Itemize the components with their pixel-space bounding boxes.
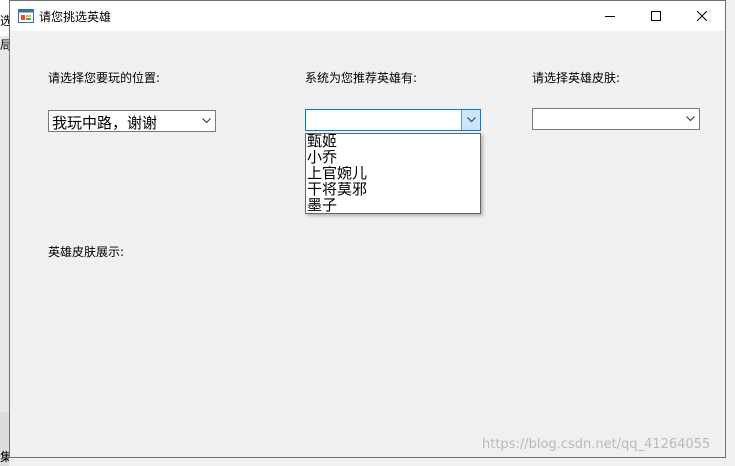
position-combobox-value: 我玩中路，谢谢 — [52, 114, 158, 132]
hero-option[interactable]: 小乔 — [306, 150, 480, 166]
hero-dropdown-button[interactable] — [461, 110, 480, 130]
skin-label: 请选择英雄皮肤: — [532, 71, 621, 85]
position-dropdown-button[interactable] — [197, 111, 215, 131]
background-glyph-second: 局 — [0, 38, 9, 52]
maximize-icon — [651, 11, 661, 21]
skin-dropdown-button[interactable] — [681, 109, 699, 129]
app-form-icon — [18, 9, 34, 23]
watermark-text: https://blog.csdn.net/qq_41264055 — [482, 437, 711, 452]
hero-dropdown-list: 甄姬 小乔 上官婉儿 干将莫邪 墨子 — [305, 133, 481, 214]
window-title: 请您挑选英雄 — [39, 10, 112, 24]
close-button[interactable] — [679, 1, 725, 31]
minimize-icon — [605, 16, 615, 17]
maximize-button[interactable] — [633, 1, 679, 31]
hero-combobox[interactable] — [305, 109, 481, 131]
hero-option[interactable]: 墨子 — [306, 198, 480, 214]
minimize-button[interactable] — [587, 1, 633, 31]
hero-option[interactable]: 甄姬 — [306, 134, 480, 150]
background-window-strip — [0, 0, 9, 466]
chevron-down-icon — [201, 118, 211, 124]
skin-combobox[interactable] — [532, 108, 700, 130]
recommended-hero-label: 系统为您推荐英雄有: — [305, 71, 418, 85]
hero-option[interactable]: 上官婉儿 — [306, 166, 480, 182]
background-glyph-top: 选 — [0, 14, 9, 28]
skin-display-label: 英雄皮肤展示: — [48, 245, 125, 259]
close-icon — [697, 11, 707, 21]
chevron-down-icon — [685, 116, 695, 122]
position-label: 请选择您要玩的位置: — [48, 71, 161, 85]
background-glyph-bottom: 集 — [0, 450, 9, 464]
chevron-down-icon — [466, 117, 476, 123]
hero-option[interactable]: 干将莫邪 — [306, 182, 480, 198]
position-combobox[interactable]: 我玩中路，谢谢 — [48, 110, 216, 132]
title-bar[interactable]: 请您挑选英雄 — [10, 1, 725, 31]
